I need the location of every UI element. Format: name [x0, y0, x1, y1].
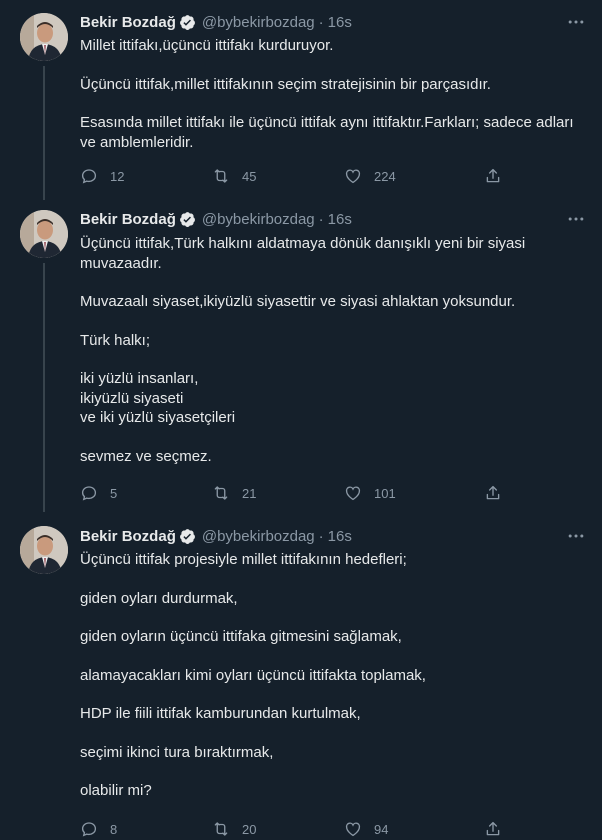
tweet-paragraph: HDP ile fiili ittifak kamburundan kurtul…: [80, 705, 361, 722]
tweet-paragraph: olabilir mi?: [80, 782, 152, 799]
thread-line: [43, 263, 45, 512]
share-button[interactable]: [484, 484, 502, 502]
tweet-3[interactable]: Bekir Bozdağ @bybekirbozdag · 16s Üçüncü…: [0, 512, 602, 837]
like-icon: [345, 486, 361, 501]
retweet-button[interactable]: 21: [212, 484, 256, 502]
tweet-paragraph: Üçüncü ittifak,Türk halkını aldatmaya dö…: [80, 235, 526, 272]
tweet-paragraph: alamayacakları kimi oyları üçüncü ittifa…: [80, 666, 426, 684]
tweet-text: Millet ittifakı,üçüncü ittifakı kurduruy…: [80, 36, 585, 152]
like-icon: [345, 822, 361, 837]
separator-dot: ·: [318, 210, 324, 228]
share-icon: [486, 821, 500, 836]
retweet-button[interactable]: 20: [212, 820, 256, 838]
avatar[interactable]: [20, 526, 68, 574]
like-button[interactable]: 224: [344, 167, 396, 185]
reply-icon: [81, 169, 97, 184]
thread-line: [43, 66, 45, 200]
reply-count: 8: [110, 821, 118, 837]
retweet-icon: [214, 486, 228, 500]
author-handle[interactable]: @bybekirbozdag: [202, 528, 315, 545]
share-button[interactable]: [484, 820, 502, 838]
verified-badge-icon: [179, 14, 195, 30]
tweet-actions: 8 20 94: [80, 820, 510, 840]
like-icon: [345, 169, 361, 184]
like-button[interactable]: 101: [344, 484, 396, 502]
reply-button[interactable]: 5: [80, 484, 117, 502]
reply-count: 5: [110, 485, 118, 501]
more-icon[interactable]: [566, 12, 586, 32]
tweet-actions: 5 21 101: [80, 484, 510, 504]
tweet-header: Bekir Bozdağ @bybekirbozdag · 16s: [80, 526, 352, 546]
reply-button[interactable]: 8: [80, 820, 117, 838]
author-name[interactable]: Bekir Bozdağ: [80, 528, 176, 545]
like-count: 101: [374, 485, 396, 501]
reply-icon: [81, 486, 97, 501]
like-count: 94: [374, 821, 389, 837]
like-count: 224: [374, 168, 396, 184]
tweet-paragraph: Esasında millet ittifakı ile üçüncü itti…: [80, 114, 574, 151]
retweet-icon: [214, 169, 228, 183]
tweet-paragraph: Üçüncü ittifak projesiyle millet ittifak…: [80, 551, 407, 568]
retweet-count: 20: [242, 821, 257, 837]
tweet-paragraph: iki yüzlü insanları, ikiyüzlü siyaseti v…: [80, 370, 236, 426]
share-icon: [486, 485, 500, 500]
retweet-button[interactable]: 45: [212, 167, 256, 185]
retweet-count: 21: [242, 485, 257, 501]
verified-badge-icon: [179, 528, 195, 544]
tweet-text: Üçüncü ittifak,Türk halkını aldatmaya dö…: [80, 234, 545, 466]
reply-button[interactable]: 12: [80, 167, 124, 185]
tweet-text: Üçüncü ittifak projesiyle millet ittifak…: [80, 550, 585, 801]
tweet-2[interactable]: Bekir Bozdağ @bybekirbozdag · 16s Üçüncü…: [0, 200, 602, 512]
reply-count: 12: [110, 168, 125, 184]
tweet-header: Bekir Bozdağ @bybekirbozdag · 16s: [80, 12, 352, 32]
author-handle[interactable]: @bybekirbozdag: [202, 211, 315, 228]
tweet-paragraph: Muvazaalı siyaset,ikiyüzlü siyasettir ve…: [80, 293, 516, 310]
more-icon[interactable]: [566, 526, 586, 546]
tweet-paragraph: giden oyların üçüncü ittifaka gitmesini …: [80, 628, 402, 645]
author-name[interactable]: Bekir Bozdağ: [80, 211, 176, 228]
avatar[interactable]: [20, 210, 68, 258]
share-button[interactable]: [484, 167, 502, 185]
timestamp[interactable]: 16s: [328, 14, 352, 31]
tweet-paragraph: sevmez ve seçmez.: [80, 447, 212, 465]
timestamp[interactable]: 16s: [328, 211, 352, 228]
reply-icon: [81, 822, 97, 837]
separator-dot: ·: [318, 13, 324, 31]
tweet-actions: 12 45 224: [80, 167, 510, 187]
more-icon[interactable]: [566, 209, 586, 229]
retweet-icon: [214, 822, 228, 836]
tweet-paragraph: Türk halkı;: [80, 331, 151, 349]
avatar[interactable]: [20, 13, 68, 61]
tweet-paragraph: giden oyları durdurmak,: [80, 589, 238, 607]
tweet-paragraph: Üçüncü ittifak,millet ittifakının seçim …: [80, 75, 491, 93]
tweet-paragraph: seçimi ikinci tura bıraktırmak,: [80, 743, 274, 761]
verified-badge-icon: [179, 211, 195, 227]
tweet-header: Bekir Bozdağ @bybekirbozdag · 16s: [80, 209, 352, 229]
tweet-1[interactable]: Bekir Bozdağ @bybekirbozdag · 16s Millet…: [0, 0, 602, 200]
author-handle[interactable]: @bybekirbozdag: [202, 14, 315, 31]
share-icon: [486, 168, 500, 183]
separator-dot: ·: [318, 527, 324, 545]
author-name[interactable]: Bekir Bozdağ: [80, 14, 176, 31]
like-button[interactable]: 94: [344, 820, 388, 838]
tweet-paragraph: Millet ittifakı,üçüncü ittifakı kurduruy…: [80, 37, 334, 54]
retweet-count: 45: [242, 168, 257, 184]
timestamp[interactable]: 16s: [328, 528, 352, 545]
